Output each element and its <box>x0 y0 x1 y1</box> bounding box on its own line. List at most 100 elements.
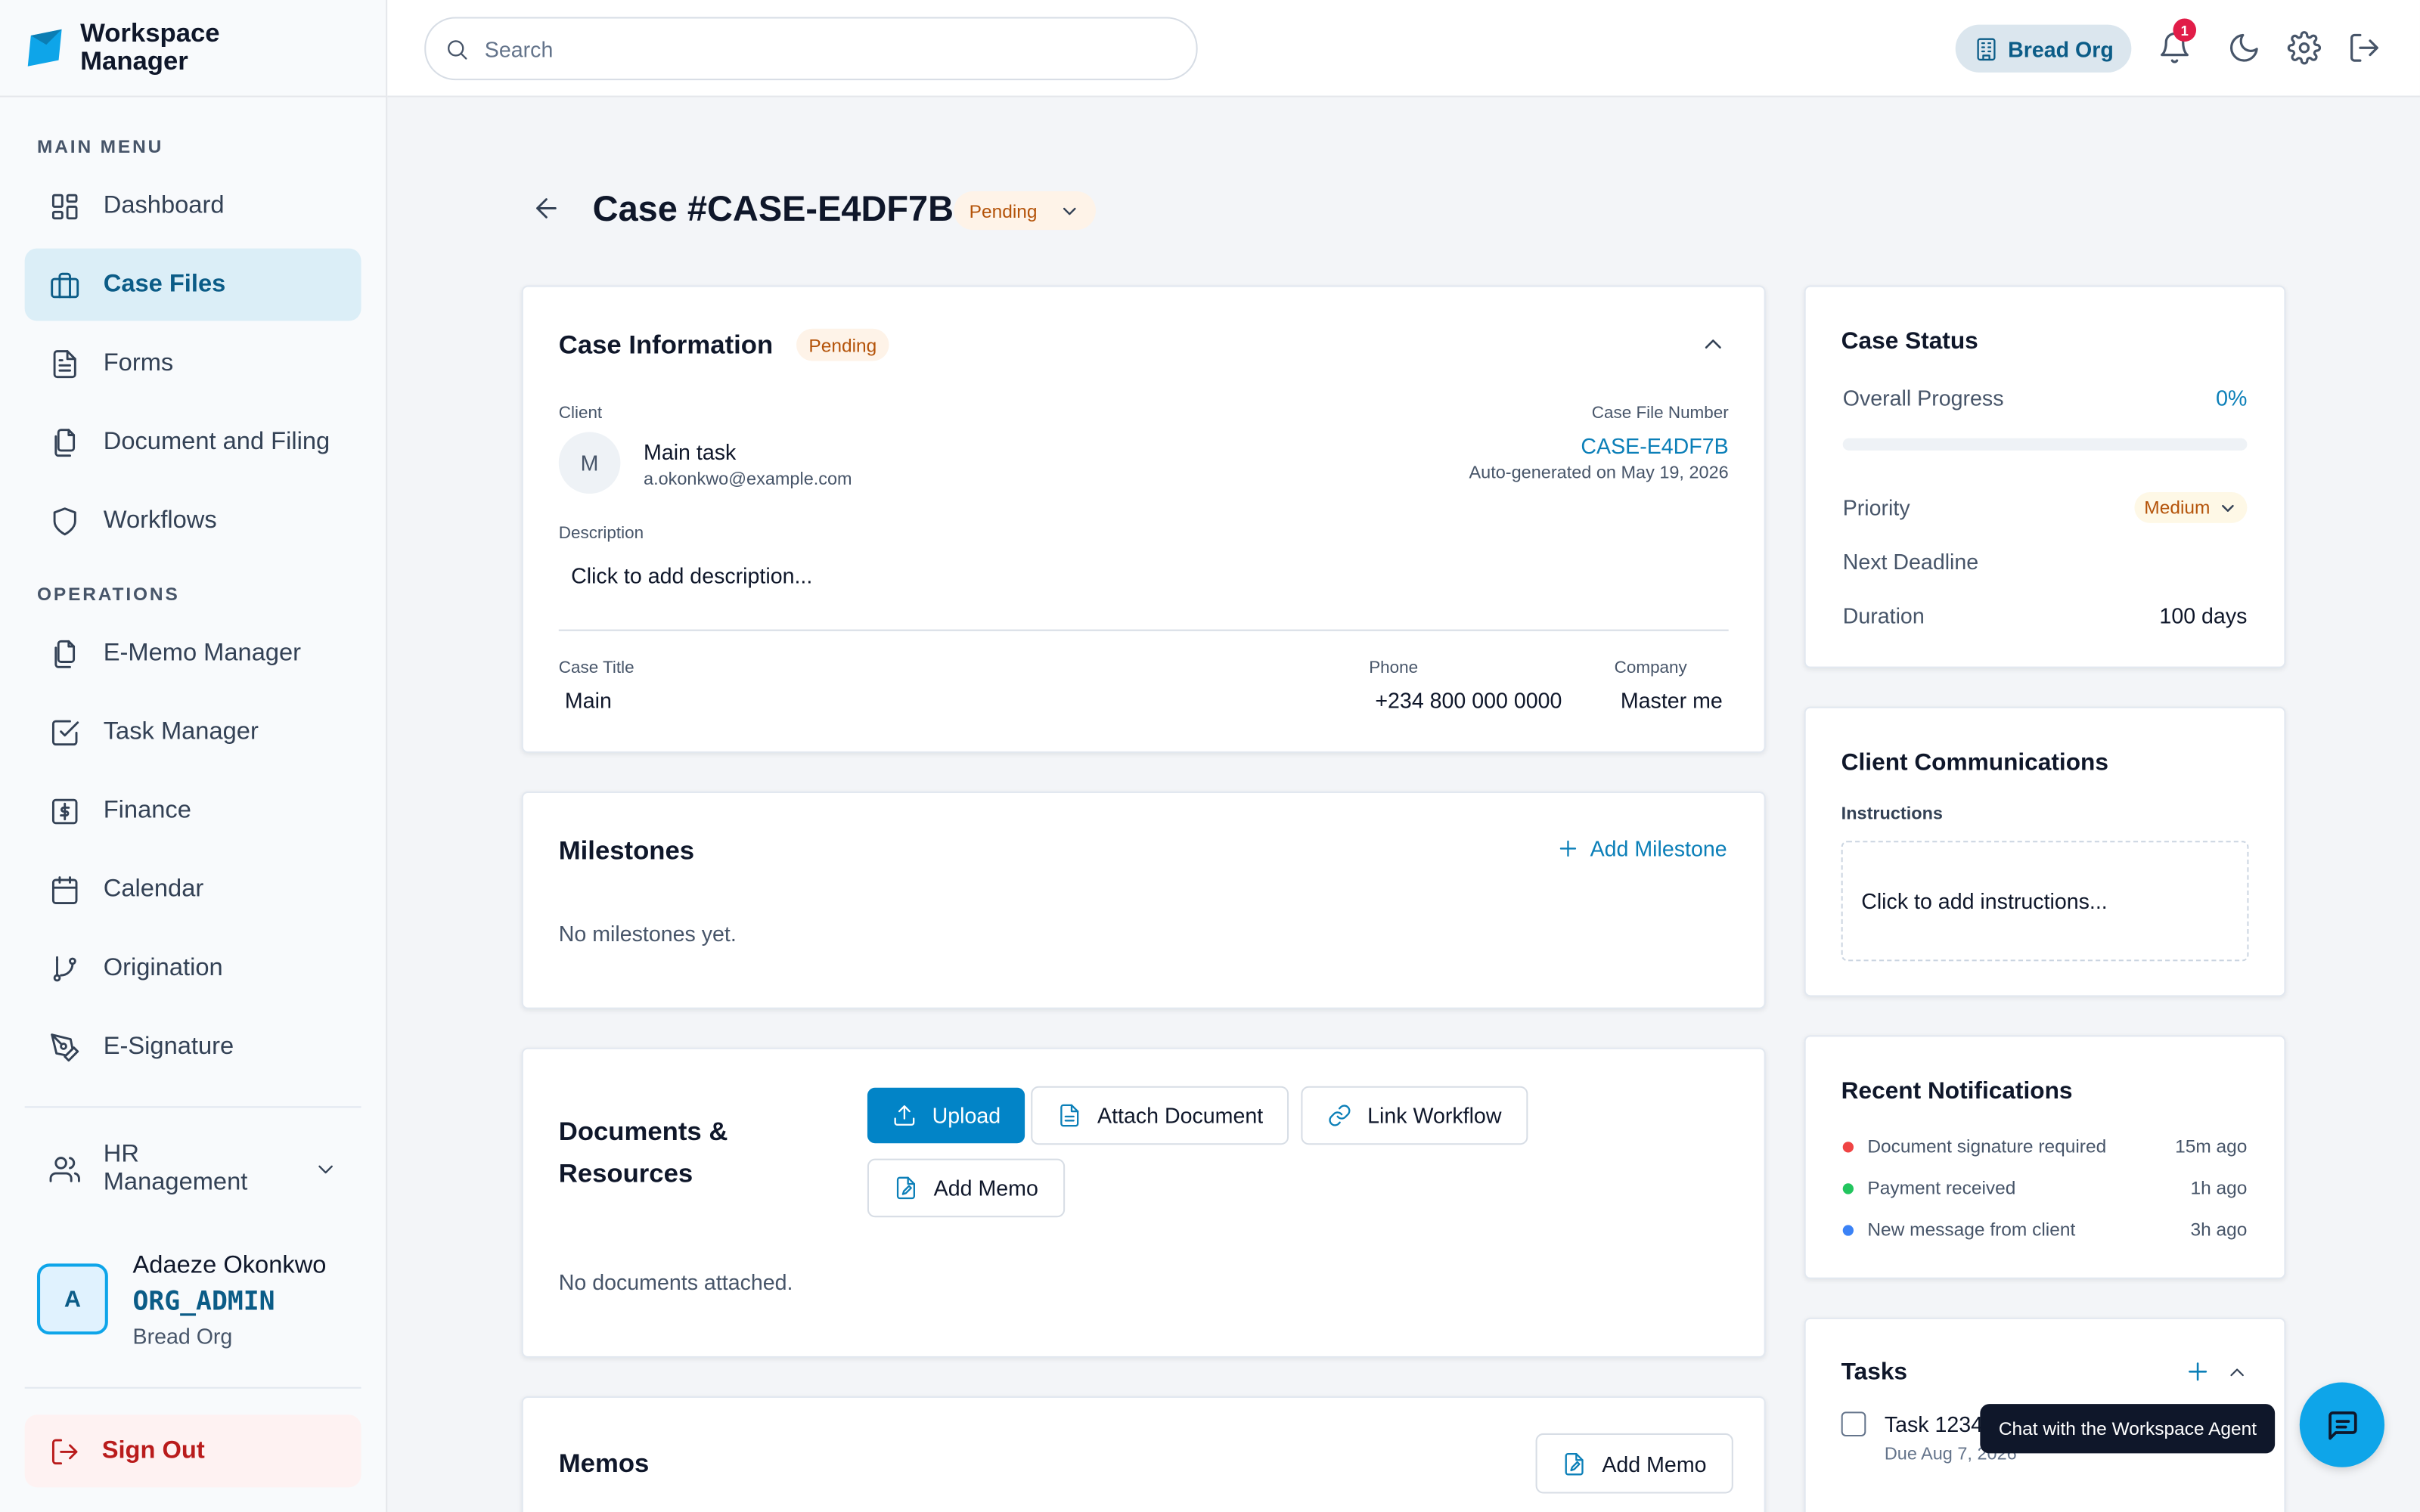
case-number: CASE-E4DF7B <box>1581 433 1728 458</box>
link-workflow-label: Link Workflow <box>1367 1103 1501 1128</box>
user-profile[interactable]: A Adaeze Okonkwo ORG_ADMIN Bread Org <box>37 1253 326 1349</box>
sidebar-item-origination[interactable]: Origination <box>25 932 361 1005</box>
main-menu-heading: MAIN MENU <box>37 136 163 158</box>
notification-item[interactable]: Payment received 1h ago <box>1843 1177 2248 1199</box>
link-workflow-button[interactable]: Link Workflow <box>1301 1086 1528 1145</box>
git-branch-icon <box>49 953 103 984</box>
sidebar-item-forms[interactable]: Forms <box>25 327 361 400</box>
phone-value[interactable]: +234 800 000 0000 <box>1375 688 1562 713</box>
add-memo-button[interactable]: Add Memo <box>867 1159 1065 1218</box>
logout-icon <box>2347 31 2381 65</box>
sidebar-item-task-manager[interactable]: Task Manager <box>25 696 361 768</box>
progress-bar <box>1843 438 2248 451</box>
chevron-down-icon <box>1038 200 1081 222</box>
logout-button[interactable] <box>2347 31 2381 65</box>
chat-agent-button[interactable] <box>2300 1383 2384 1467</box>
chevron-down-icon <box>2210 497 2238 518</box>
theme-toggle-button[interactable] <box>2227 31 2261 65</box>
case-number-label: Case File Number <box>1592 404 1729 423</box>
chevron-up-icon <box>2226 1361 2249 1384</box>
sidebar-item-label: E-Signature <box>104 1033 234 1061</box>
add-milestone-button[interactable]: Add Milestone <box>1556 836 1727 861</box>
sidebar-item-label: Case Files <box>104 271 226 299</box>
sidebar-item-hr-management[interactable]: HR Management <box>25 1132 361 1205</box>
sidebar-item-dashboard[interactable]: Dashboard <box>25 169 361 242</box>
card-title-line1: Documents & <box>559 1111 728 1152</box>
sidebar-item-finance[interactable]: Finance <box>25 774 361 847</box>
sign-out-label: Sign Out <box>102 1437 205 1465</box>
status-dot <box>1843 1224 1854 1235</box>
priority-row: Priority Medium <box>1843 492 2248 523</box>
checkbox-icon <box>49 717 103 748</box>
duration-label: Duration <box>1843 603 1925 628</box>
progress-value: 0% <box>2216 386 2247 411</box>
company-value[interactable]: Master me <box>1621 688 1723 713</box>
case-status-card: Case Status Overall Progress 0% Priority… <box>1804 286 2286 668</box>
sidebar-item-calendar[interactable]: Calendar <box>25 854 361 926</box>
building-icon <box>1974 36 2008 61</box>
file-pen-icon <box>1562 1451 1602 1476</box>
notification-item[interactable]: New message from client 3h ago <box>1843 1219 2248 1241</box>
plus-icon <box>1556 836 1590 861</box>
case-title-value[interactable]: Main <box>565 688 612 713</box>
search-bar[interactable] <box>424 17 1197 80</box>
chevron-up-icon <box>1699 330 1727 358</box>
search-input[interactable] <box>485 36 1164 61</box>
page-title: Case #CASE-E4DF7B <box>593 188 954 230</box>
recent-notifications-card: Recent Notifications Document signature … <box>1804 1035 2286 1278</box>
notification-item[interactable]: Document signature required 15m ago <box>1843 1136 2248 1157</box>
collapse-button[interactable] <box>2226 1361 2249 1384</box>
operations-heading: OPERATIONS <box>37 583 180 605</box>
org-switcher[interactable]: Bread Org <box>1956 25 2133 73</box>
collapse-button[interactable] <box>1699 330 1727 358</box>
calendar-icon <box>49 874 103 905</box>
settings-button[interactable] <box>2287 31 2321 65</box>
topbar: Bread Org 1 <box>387 0 2420 98</box>
sign-out-button[interactable]: Sign Out <box>25 1414 361 1487</box>
sidebar-item-workflows[interactable]: Workflows <box>25 485 361 557</box>
chevron-down-icon <box>313 1157 361 1182</box>
sidebar-item-document-and-filing[interactable]: Document and Filing <box>25 406 361 479</box>
dashboard-icon <box>49 191 103 222</box>
memos-card: Memos Add Memo <box>522 1396 1766 1512</box>
notification-time: 3h ago <box>2191 1219 2248 1241</box>
task-title[interactable]: Task 12345 <box>1885 1411 1995 1436</box>
sidebar-item-case-files[interactable]: Case Files <box>25 249 361 321</box>
attach-document-label: Attach Document <box>1097 1103 1263 1128</box>
status-dot <box>1843 1182 1854 1193</box>
add-task-button[interactable] <box>2184 1358 2212 1386</box>
card-title: Client Communications <box>1841 750 2108 778</box>
sidebar-item-label: Document and Filing <box>104 428 330 456</box>
priority-dropdown[interactable]: Medium <box>2135 492 2247 523</box>
arrow-left-icon <box>531 193 562 224</box>
description-field[interactable]: Click to add description... <box>571 563 812 588</box>
upload-button[interactable]: Upload <box>867 1088 1025 1143</box>
notification-text: Payment received <box>1867 1177 2015 1199</box>
logo-icon <box>25 26 68 70</box>
app-name-line2: Manager <box>80 48 220 76</box>
brand[interactable]: Workspace Manager <box>0 0 386 98</box>
status-badge: Pending <box>796 329 889 361</box>
card-title: Case Information <box>559 330 773 361</box>
duration-row: Duration 100 days <box>1843 603 2248 628</box>
notifications-button[interactable]: 1 <box>2158 31 2192 65</box>
instructions-field[interactable]: Click to add instructions... <box>1841 841 2249 961</box>
file-icon <box>1057 1103 1097 1128</box>
empty-state: No milestones yet. <box>559 921 737 946</box>
sidebar-divider <box>25 1106 361 1108</box>
sidebar-item-e-signature[interactable]: E-Signature <box>25 1011 361 1083</box>
back-button[interactable] <box>531 193 562 224</box>
task-checkbox[interactable] <box>1841 1411 1866 1436</box>
sidebar-item-e-memo-manager[interactable]: E-Memo Manager <box>25 617 361 689</box>
attach-document-button[interactable]: Attach Document <box>1031 1086 1289 1145</box>
add-memo-button[interactable]: Add Memo <box>1536 1433 1733 1494</box>
sidebar-item-label: Origination <box>104 954 223 982</box>
shield-icon <box>49 505 103 536</box>
sidebar-item-label: E-Memo Manager <box>104 640 301 668</box>
sidebar-divider <box>25 1387 361 1389</box>
org-label: Bread Org <box>2008 36 2114 61</box>
status-dropdown[interactable]: Pending <box>954 191 1096 230</box>
card-title: Tasks <box>1841 1359 1907 1387</box>
logout-icon <box>49 1436 101 1467</box>
message-icon <box>2325 1408 2359 1442</box>
